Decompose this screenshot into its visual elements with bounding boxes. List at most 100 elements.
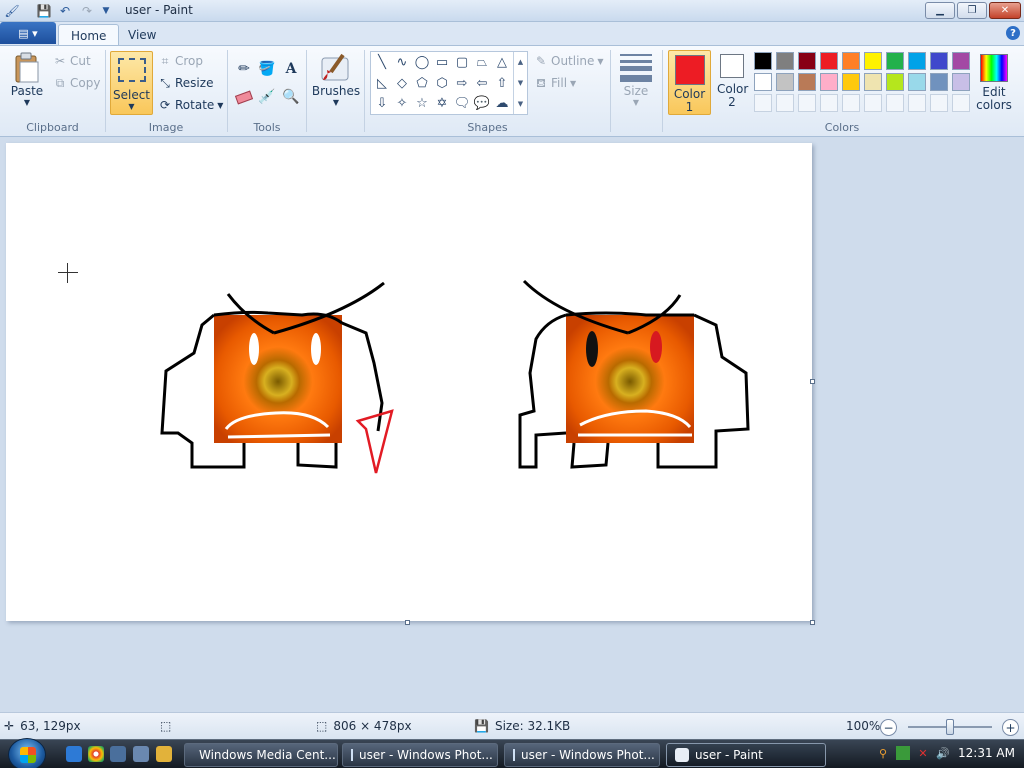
zoom-out-button[interactable]: − xyxy=(880,719,897,736)
security-alert-icon[interactable]: ✕ xyxy=(916,746,930,760)
palette-color-swatch[interactable] xyxy=(886,73,904,91)
rotate-button[interactable]: ⟳ Rotate ▼ xyxy=(158,98,223,112)
eraser-icon[interactable] xyxy=(233,86,255,108)
palette-color-swatch[interactable] xyxy=(952,52,970,70)
copy-button[interactable]: ⧉ Copy xyxy=(53,76,101,90)
tab-view[interactable]: View xyxy=(116,24,168,46)
help-icon[interactable]: ? xyxy=(1006,26,1020,40)
custom-color-slot[interactable] xyxy=(798,94,816,112)
palette-color-swatch[interactable] xyxy=(754,52,772,70)
curve-shape-icon[interactable]: ∿ xyxy=(392,52,412,72)
resize-button[interactable]: ⤡ Resize xyxy=(158,76,213,90)
rectangle-shape-icon[interactable]: ▭ xyxy=(432,52,452,72)
media-player-icon[interactable] xyxy=(156,746,172,762)
custom-color-slot[interactable] xyxy=(842,94,860,112)
color1-button[interactable]: Color 1 xyxy=(668,50,711,115)
palette-color-swatch[interactable] xyxy=(930,52,948,70)
pencil-icon[interactable]: ✏ xyxy=(233,58,255,80)
resize-handle-bottom[interactable] xyxy=(405,620,410,625)
show-desktop-icon[interactable] xyxy=(110,746,126,762)
left-arrow-shape-icon[interactable]: ⇦ xyxy=(472,73,492,93)
task-media-center[interactable]: Windows Media Cent... xyxy=(184,743,338,767)
task-photo-viewer-1[interactable]: user - Windows Phot... xyxy=(342,743,498,767)
palette-color-swatch[interactable] xyxy=(908,52,926,70)
paint-menu-button[interactable]: ▤ ▾ xyxy=(0,22,56,44)
color2-button[interactable]: Color 2 xyxy=(714,54,750,109)
right-triangle-shape-icon[interactable]: ◺ xyxy=(372,73,392,93)
palette-color-swatch[interactable] xyxy=(754,73,772,91)
palette-color-swatch[interactable] xyxy=(908,73,926,91)
outline-button[interactable]: ✎ Outline ▼ xyxy=(534,54,604,68)
volume-icon[interactable]: 🔊 xyxy=(936,746,950,760)
five-point-star-shape-icon[interactable]: ☆ xyxy=(412,93,432,113)
drawing-canvas[interactable] xyxy=(6,143,812,621)
rounded-callout-shape-icon[interactable]: 🗨 xyxy=(452,93,472,113)
palette-color-swatch[interactable] xyxy=(842,73,860,91)
select-button[interactable]: Select ▼ xyxy=(110,51,153,115)
task-photo-viewer-2[interactable]: user - Windows Phot... xyxy=(504,743,660,767)
palette-color-swatch[interactable] xyxy=(930,73,948,91)
magnifier-icon[interactable]: 🔍 xyxy=(280,86,302,108)
zoom-slider[interactable] xyxy=(908,719,992,735)
cut-button[interactable]: ✂ Cut xyxy=(53,54,91,68)
search-icon[interactable]: ⚲ xyxy=(876,746,890,760)
fill-button[interactable]: ⛾ Fill ▼ xyxy=(534,76,576,90)
pentagon-shape-icon[interactable]: ⬠ xyxy=(412,73,432,93)
switch-windows-icon[interactable] xyxy=(133,746,149,762)
customize-qat-icon[interactable]: ▼ xyxy=(98,3,114,19)
minimize-button[interactable]: ▁ xyxy=(925,2,955,19)
palette-color-swatch[interactable] xyxy=(842,52,860,70)
tab-home[interactable]: Home xyxy=(58,24,120,46)
rounded-rectangle-shape-icon[interactable]: ▢ xyxy=(452,52,472,72)
brushes-button[interactable]: Brushes ▼ xyxy=(312,52,360,107)
cloud-callout-shape-icon[interactable]: ☁ xyxy=(492,93,512,113)
chrome-icon[interactable] xyxy=(88,746,104,762)
palette-color-swatch[interactable] xyxy=(776,52,794,70)
color-picker-icon[interactable]: 💉 xyxy=(256,86,278,108)
internet-explorer-icon[interactable] xyxy=(66,746,82,762)
resize-handle-right[interactable] xyxy=(810,379,815,384)
custom-color-slot[interactable] xyxy=(864,94,882,112)
polygon-shape-icon[interactable]: ⏢ xyxy=(472,52,492,72)
right-arrow-shape-icon[interactable]: ⇨ xyxy=(452,73,472,93)
shapes-scrollbar[interactable]: ▲ ▼ ▼ xyxy=(513,52,527,114)
up-arrow-shape-icon[interactable]: ⇧ xyxy=(492,73,512,93)
palette-color-swatch[interactable] xyxy=(864,73,882,91)
palette-color-swatch[interactable] xyxy=(776,73,794,91)
custom-color-slot[interactable] xyxy=(930,94,948,112)
zoom-slider-thumb[interactable] xyxy=(946,719,954,735)
text-tool-icon[interactable]: A xyxy=(280,58,302,80)
resize-handle-corner[interactable] xyxy=(810,620,815,625)
palette-color-swatch[interactable] xyxy=(952,73,970,91)
custom-color-slot[interactable] xyxy=(820,94,838,112)
custom-color-slot[interactable] xyxy=(754,94,772,112)
hexagon-shape-icon[interactable]: ⬡ xyxy=(432,73,452,93)
start-button[interactable] xyxy=(8,738,46,768)
line-shape-icon[interactable]: ╲ xyxy=(372,52,392,72)
palette-color-swatch[interactable] xyxy=(798,52,816,70)
palette-color-swatch[interactable] xyxy=(886,52,904,70)
oval-shape-icon[interactable]: ◯ xyxy=(412,52,432,72)
custom-color-slot[interactable] xyxy=(908,94,926,112)
task-paint[interactable]: user - Paint xyxy=(666,743,826,767)
diamond-shape-icon[interactable]: ◇ xyxy=(392,73,412,93)
close-button[interactable]: ✕ xyxy=(989,2,1021,19)
save-icon[interactable]: 💾 xyxy=(36,3,52,19)
restore-button[interactable]: ❐ xyxy=(957,2,987,19)
size-button[interactable]: Size ▼ xyxy=(617,52,655,107)
paste-button[interactable]: Paste ▼ xyxy=(10,52,44,107)
paint-app-icon[interactable]: 🖌 xyxy=(4,3,20,19)
zoom-in-button[interactable]: + xyxy=(1002,719,1019,736)
six-point-star-shape-icon[interactable]: ✡ xyxy=(432,93,452,113)
palette-color-swatch[interactable] xyxy=(820,73,838,91)
custom-color-slot[interactable] xyxy=(886,94,904,112)
redo-icon[interactable]: ↷ xyxy=(79,3,95,19)
custom-color-slot[interactable] xyxy=(776,94,794,112)
network-icon[interactable] xyxy=(896,746,910,760)
palette-color-swatch[interactable] xyxy=(820,52,838,70)
undo-icon[interactable]: ↶ xyxy=(57,3,73,19)
four-point-star-shape-icon[interactable]: ✧ xyxy=(392,93,412,113)
crop-button[interactable]: ⌗ Crop xyxy=(158,54,203,68)
oval-callout-shape-icon[interactable]: 💬 xyxy=(472,93,492,113)
fill-bucket-icon[interactable]: 🪣 xyxy=(256,58,278,80)
